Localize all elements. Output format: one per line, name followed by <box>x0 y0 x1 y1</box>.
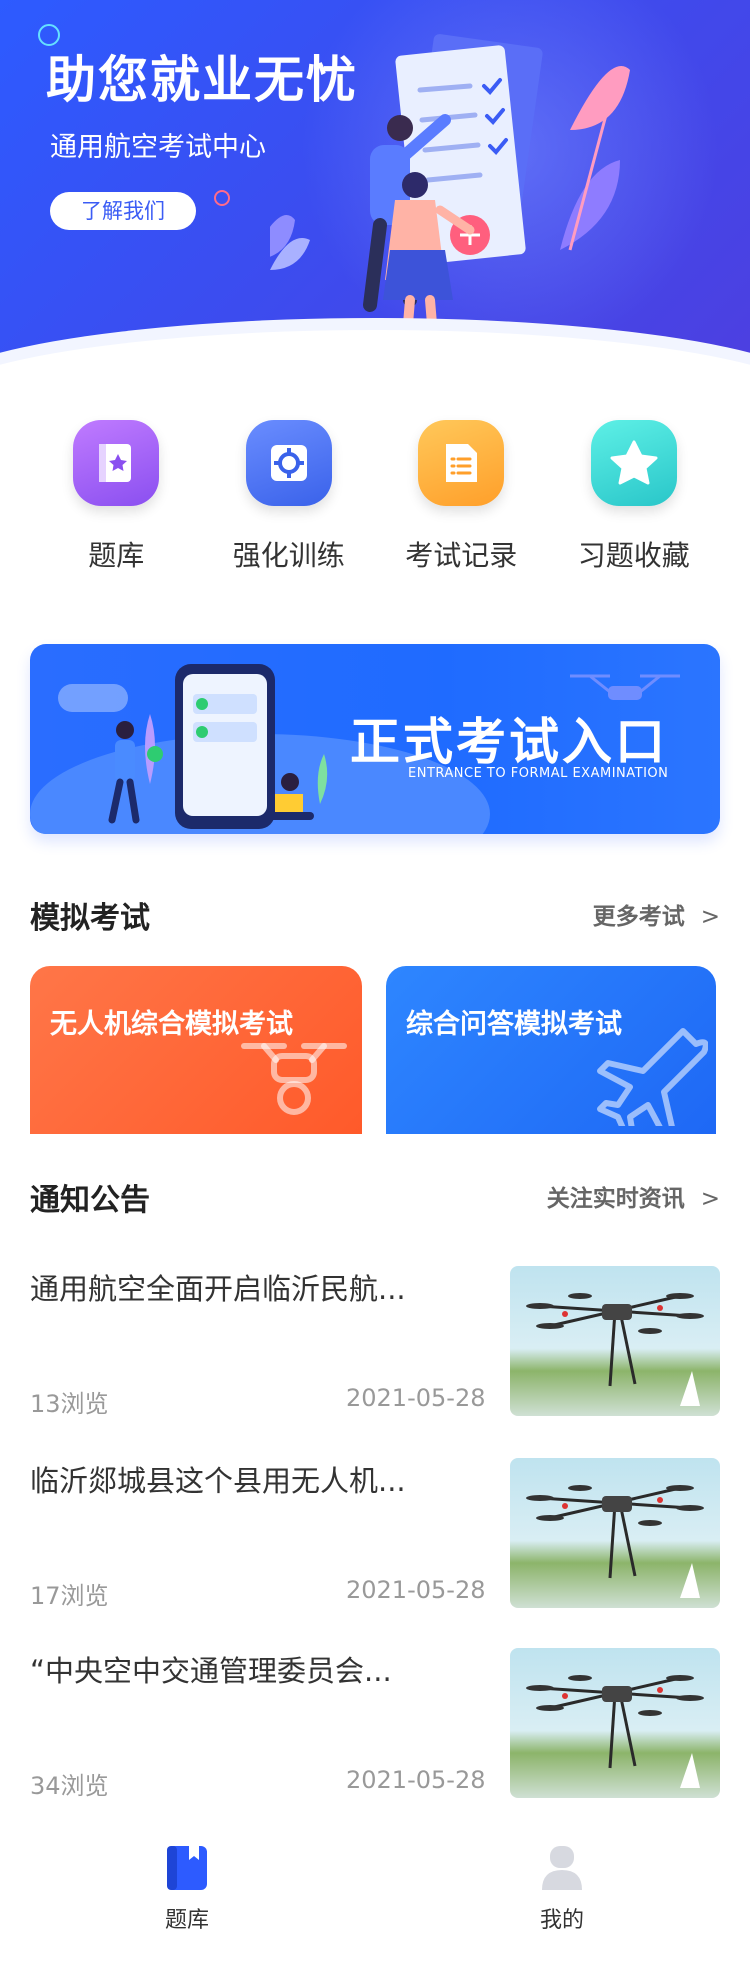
drone-photo <box>526 1293 704 1406</box>
star-icon <box>590 420 677 506</box>
news-item[interactable]: 通用航空全面开启临沂民航... 13浏览 2021-05-28 <box>30 1266 720 1418</box>
decor-ring <box>214 190 230 206</box>
entrance-title: 正式考试入口 <box>350 713 668 771</box>
news-views: 34浏览 <box>30 1772 109 1800</box>
notice-header: 通知公告 关注实时资讯 > <box>30 1175 720 1218</box>
feature-label: 强化训练 <box>232 539 345 572</box>
news-date: 2021-05-28 <box>346 1576 486 1604</box>
profile-icon <box>542 1846 582 1890</box>
news-title: 临沂郯城县这个县用无人机... <box>30 1464 406 1498</box>
tab-label: 题库 <box>164 1908 209 1933</box>
feature-grid: 题库 强化训练 考试记录 习题收藏 <box>30 420 720 590</box>
news-date: 2021-05-28 <box>346 1766 486 1794</box>
more-label: 更多考试 <box>592 904 685 930</box>
target-icon <box>245 420 332 506</box>
feature-favorites[interactable]: 习题收藏 <box>548 420 721 590</box>
tab-question-bank[interactable]: 题库 <box>127 1844 247 1934</box>
book-star-icon <box>73 420 160 506</box>
drone-icon <box>241 1043 347 1115</box>
feature-label: 题库 <box>88 539 145 572</box>
news-title: 通用航空全面开启临沂民航... <box>30 1272 406 1306</box>
feature-label: 考试记录 <box>405 539 518 572</box>
follow-news-link[interactable]: 关注实时资讯 > <box>547 1179 720 1213</box>
entrance-subtitle: ENTRANCE TO FORMAL EXAMINATION <box>408 766 669 781</box>
formal-exam-entrance-banner[interactable]: 正式考试入口 ENTRANCE TO FORMAL EXAMINATION <box>30 644 720 834</box>
news-thumbnail <box>510 1648 720 1798</box>
news-views: 17浏览 <box>30 1582 109 1610</box>
news-views: 13浏览 <box>30 1390 109 1418</box>
news-item[interactable]: 临沂郯城县这个县用无人机... 17浏览 2021-05-28 <box>30 1458 720 1610</box>
hero-banner: 助您就业无忧 通用航空考试中心 了解我们 <box>0 0 750 382</box>
document-list-icon <box>418 420 505 506</box>
tab-label: 我的 <box>539 1908 584 1933</box>
news-date: 2021-05-28 <box>346 1384 486 1412</box>
more-label: 关注实时资讯 <box>546 1186 685 1212</box>
mock-exam-header: 模拟考试 更多考试 > <box>30 893 720 936</box>
feature-label: 习题收藏 <box>577 539 690 572</box>
bottom-tab-bar: 题库 我的 <box>0 1826 750 1962</box>
feature-question-bank[interactable]: 题库 <box>30 420 203 590</box>
drone-photo <box>526 1675 704 1788</box>
feature-intensive-training[interactable]: 强化训练 <box>203 420 376 590</box>
news-thumbnail <box>510 1458 720 1608</box>
feature-exam-records[interactable]: 考试记录 <box>375 420 548 590</box>
hero-subtitle: 通用航空考试中心 <box>50 132 266 163</box>
drone-photo <box>526 1485 704 1598</box>
tab-profile[interactable]: 我的 <box>502 1844 622 1934</box>
entrance-illustration <box>108 664 328 829</box>
question-bank-icon <box>167 1846 207 1890</box>
news-item[interactable]: “中央空中交通管理委员会... 34浏览 2021-05-28 <box>30 1648 720 1800</box>
drone-mock-exam-card[interactable]: 无人机综合模拟考试 <box>30 966 362 1134</box>
airplane-icon <box>597 1028 708 1126</box>
news-title: “中央空中交通管理委员会... <box>30 1654 392 1688</box>
about-us-button[interactable]: 了解我们 <box>50 192 196 230</box>
chevron-right-icon: > <box>700 904 720 930</box>
qa-mock-exam-card[interactable]: 综合问答模拟考试 <box>386 966 716 1134</box>
more-exams-link[interactable]: 更多考试 > <box>593 897 720 931</box>
section-title: 模拟考试 <box>30 901 150 936</box>
section-title: 通知公告 <box>30 1183 150 1218</box>
chevron-right-icon: > <box>700 1186 720 1212</box>
news-thumbnail <box>510 1266 720 1416</box>
